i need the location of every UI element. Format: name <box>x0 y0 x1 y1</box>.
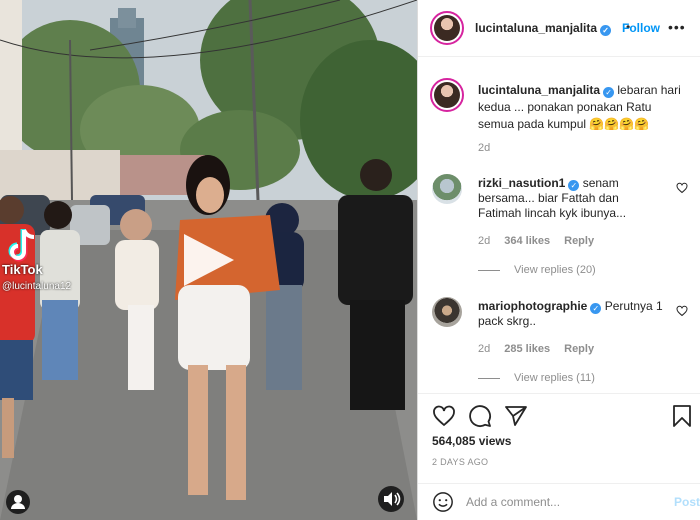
verified-badge-icon: ✓ <box>590 303 602 314</box>
save-bookmark-icon[interactable] <box>670 404 694 428</box>
user-tag-button[interactable] <box>6 490 30 514</box>
author-avatar[interactable] <box>430 11 464 45</box>
comment-avatar[interactable] <box>432 297 462 327</box>
comment-like-icon[interactable] <box>676 305 688 317</box>
tiktok-watermark-user: @lucintaluna12 <box>2 281 72 292</box>
play-button[interactable] <box>178 230 238 290</box>
post-comment-button[interactable]: Post <box>674 495 700 509</box>
caption-avatar[interactable] <box>430 78 464 112</box>
comment-username[interactable]: rizki_nasution1 <box>478 176 565 190</box>
reply-button[interactable]: Reply <box>564 235 594 247</box>
comment-avatar[interactable] <box>432 174 462 204</box>
view-replies-button[interactable]: View replies (11) <box>478 372 595 384</box>
verified-badge-icon: ✓ <box>600 25 612 36</box>
comment-meta: 2d 285 likes Reply <box>478 343 594 355</box>
post-header: lucintaluna_manjalita ✓ • Follow ••• <box>418 0 700 57</box>
emoji-icon[interactable] <box>432 491 454 513</box>
comment-text: rizki_nasution1 ✓ senam bersama... biar F… <box>478 176 663 221</box>
verified-badge-icon: ✓ <box>568 180 580 191</box>
caption-username[interactable]: lucintaluna_manjalita <box>478 83 600 97</box>
view-replies-button[interactable]: View replies (20) <box>478 264 596 276</box>
tiktok-logo-icon <box>8 228 38 264</box>
share-icon[interactable] <box>504 404 528 428</box>
more-options-icon[interactable]: ••• <box>668 19 686 35</box>
comment-text: mariophotographie ✓ Perutnya 1 pack skrg.… <box>478 299 663 329</box>
post-actions: 564,085 views 2 DAYS AGO <box>418 393 700 483</box>
play-icon <box>184 234 234 286</box>
comment-time: 2d <box>478 235 491 247</box>
comment-meta: 2d 364 likes Reply <box>478 235 594 247</box>
follow-button[interactable]: Follow <box>622 21 660 35</box>
comment-input[interactable] <box>466 492 656 512</box>
post-date: 2 DAYS AGO <box>432 457 489 467</box>
sound-icon <box>384 492 401 506</box>
like-icon[interactable] <box>432 404 456 428</box>
follow-label[interactable]: Follow <box>622 21 660 35</box>
author-username-text[interactable]: lucintaluna_manjalita <box>475 21 597 35</box>
user-tag-icon <box>11 495 25 509</box>
comment-username[interactable]: mariophotographie <box>478 299 587 313</box>
view-replies-label[interactable]: View replies (20) <box>514 264 596 276</box>
comment-time: 2d <box>478 343 491 355</box>
author-username[interactable]: lucintaluna_manjalita ✓ <box>475 21 612 36</box>
sound-toggle-button[interactable] <box>378 486 404 512</box>
comment-icon[interactable] <box>468 404 492 428</box>
caption-time: 2d <box>478 142 491 154</box>
view-count[interactable]: 564,085 views <box>432 434 511 448</box>
post-panel: lucintaluna_manjalita ✓ • Follow ••• luci… <box>417 0 700 520</box>
add-comment-bar: Post <box>418 483 700 520</box>
comment-like-icon[interactable] <box>676 182 688 194</box>
caption-text: lucintaluna_manjalita ✓ lebaran hari kedu… <box>478 82 688 133</box>
tiktok-watermark-name: TikTok <box>2 262 43 277</box>
reply-button[interactable]: Reply <box>564 343 594 355</box>
comment-likes[interactable]: 364 likes <box>504 235 550 247</box>
comment-likes[interactable]: 285 likes <box>504 343 550 355</box>
verified-badge-icon: ✓ <box>603 87 615 98</box>
video-player[interactable]: TikTok @lucintaluna12 <box>0 0 417 520</box>
view-replies-label[interactable]: View replies (11) <box>514 372 595 384</box>
